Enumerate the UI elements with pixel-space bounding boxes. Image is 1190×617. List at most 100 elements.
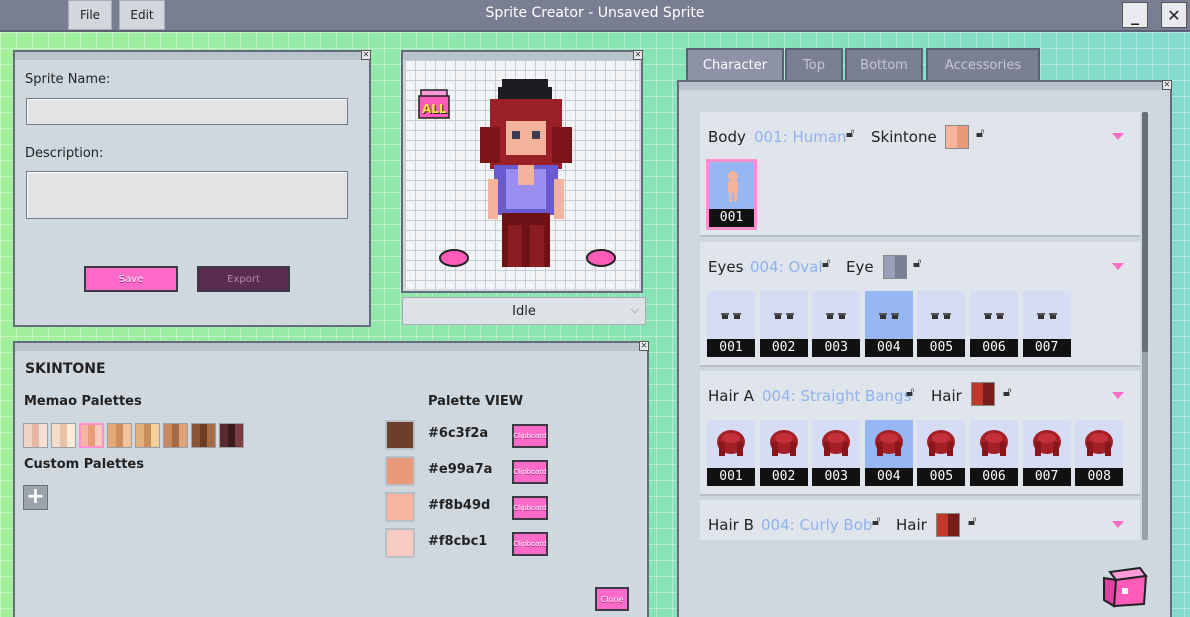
eye-sub-label: Eye (846, 258, 874, 276)
lock-icon[interactable]: 🔓︎ (913, 256, 921, 271)
eye-preview-icon (721, 313, 741, 319)
sprite-name-input[interactable] (26, 98, 348, 125)
eye-preview-icon (984, 313, 1004, 319)
palette-swatch[interactable] (219, 423, 244, 448)
all-label: ALL (422, 102, 447, 116)
palette-color-swatch (385, 528, 415, 558)
hair-tile[interactable]: 007 (1022, 420, 1071, 486)
palette-view-label: Palette VIEW (428, 394, 524, 409)
clipboard-button[interactable]: Clipboard (512, 532, 548, 556)
tile-number: 001 (709, 209, 754, 227)
eye-tile[interactable]: 004 (864, 291, 913, 357)
window-title: Sprite Creator - Unsaved Sprite (485, 5, 705, 21)
hair-b-value: 004: Curly Bob (761, 516, 873, 534)
eye-color-chip[interactable] (883, 255, 907, 279)
hair-preview-icon (927, 430, 956, 456)
clipboard-button[interactable]: Clipboard (512, 424, 548, 448)
eye-tile[interactable]: 001 (707, 291, 755, 357)
lock-icon[interactable]: 🔓︎ (968, 514, 976, 529)
lock-icon[interactable]: 🔓︎ (822, 256, 830, 271)
rotate-left-icon[interactable] (438, 247, 470, 269)
palette-hex: #f8cbc1 (428, 534, 488, 549)
eye-tile[interactable]: 002 (759, 291, 808, 357)
palette-hex: #e99a7a (428, 462, 493, 477)
palette-color-swatch (385, 420, 415, 450)
hair-preview-icon (822, 430, 851, 456)
lock-icon[interactable]: 🔓︎ (1003, 385, 1011, 400)
body-section: Body 001: Human 🔓︎ Skintone 🔓︎ 001 (700, 112, 1140, 237)
tab-character[interactable]: Character (686, 48, 784, 80)
palette-swatch[interactable] (23, 423, 48, 448)
hair-b-section: Hair B 004: Curly Bob 🔓︎ Hair 🔓︎ (700, 500, 1140, 540)
body-value: 001: Human (754, 128, 847, 146)
eye-tile[interactable]: 007 (1022, 291, 1071, 357)
rotate-right-icon[interactable] (585, 247, 617, 269)
eyes-value: 004: Oval (750, 258, 823, 276)
hair-tile[interactable]: 008 (1075, 420, 1124, 486)
description-label: Description: (25, 146, 104, 161)
all-badge[interactable]: ALL (418, 88, 454, 122)
close-icon[interactable]: ✕ (361, 50, 371, 60)
hair-preview-icon (980, 430, 1008, 456)
hair-preview-icon (874, 430, 903, 456)
hair-tile[interactable]: 004 (864, 420, 913, 486)
hair-sub-label: Hair (931, 387, 962, 405)
palette-swatch[interactable] (163, 423, 188, 448)
character-sprite (480, 79, 572, 267)
close-icon[interactable]: ✕ (633, 50, 643, 60)
hair-b-color-chip[interactable] (936, 513, 960, 537)
palette-swatch[interactable] (51, 423, 76, 448)
eye-tile[interactable]: 005 (917, 291, 966, 357)
hair-tile[interactable]: 006 (970, 420, 1018, 486)
skintone-chip[interactable] (945, 125, 969, 149)
animation-value: Idle (512, 303, 536, 319)
tab-top[interactable]: Top (785, 48, 843, 80)
hair-tile[interactable]: 003 (812, 420, 861, 486)
close-icon[interactable]: ✕ (1162, 80, 1172, 90)
eye-tile[interactable]: 003 (812, 291, 861, 357)
close-icon[interactable]: ✕ (639, 341, 649, 351)
hair-color-chip[interactable] (971, 382, 995, 406)
lock-icon[interactable]: 🔓︎ (846, 126, 854, 141)
hair-tile[interactable]: 005 (917, 420, 966, 486)
eye-preview-icon (1036, 313, 1057, 319)
palette-swatch[interactable] (107, 423, 132, 448)
body-tile[interactable]: 001 (706, 159, 757, 230)
collapse-caret-icon[interactable] (1112, 392, 1124, 399)
hair-tile[interactable]: 002 (759, 420, 808, 486)
lock-icon[interactable]: 🔓︎ (872, 514, 880, 529)
hair-a-title: Hair A (708, 387, 754, 405)
hair-preview-icon (1032, 430, 1061, 456)
hair-tile[interactable]: 001 (707, 420, 755, 486)
scrollbar-thumb[interactable] (1142, 112, 1148, 352)
collapse-caret-icon[interactable] (1112, 263, 1124, 270)
collapse-caret-icon[interactable] (1112, 521, 1124, 528)
clipboard-button[interactable]: Clipboard (512, 460, 548, 484)
eye-preview-icon (931, 313, 952, 319)
add-palette-button[interactable]: + (23, 485, 48, 510)
lock-icon[interactable]: 🔓︎ (906, 385, 914, 400)
save-button[interactable]: Save (84, 266, 178, 292)
tab-bottom[interactable]: Bottom (845, 48, 923, 80)
palette-swatch[interactable] (79, 423, 104, 448)
minimize-button[interactable]: _ (1122, 2, 1148, 28)
eye-preview-icon (826, 313, 847, 319)
close-button[interactable]: ✕ (1161, 2, 1187, 28)
lock-icon[interactable]: 🔓︎ (976, 126, 984, 141)
clone-button[interactable]: Clone (595, 587, 629, 611)
palette-swatch[interactable] (191, 423, 216, 448)
skintone-heading: SKINTONE (25, 361, 106, 377)
sprite-name-label: Sprite Name: (25, 72, 111, 87)
description-input[interactable] (26, 171, 348, 219)
tile-number: 004 (864, 339, 913, 357)
palette-color-swatch (385, 456, 415, 486)
clipboard-button[interactable]: Clipboard (512, 496, 548, 520)
export-button[interactable]: Export (197, 266, 290, 292)
randomize-cube-icon[interactable] (1102, 566, 1148, 608)
tile-number: 003 (812, 468, 861, 486)
collapse-caret-icon[interactable] (1112, 133, 1124, 140)
eye-tile[interactable]: 006 (970, 291, 1018, 357)
palette-swatch[interactable] (135, 423, 160, 448)
animation-select[interactable]: Idle ⌵ (402, 297, 646, 325)
tab-accessories[interactable]: Accessories (926, 48, 1040, 80)
